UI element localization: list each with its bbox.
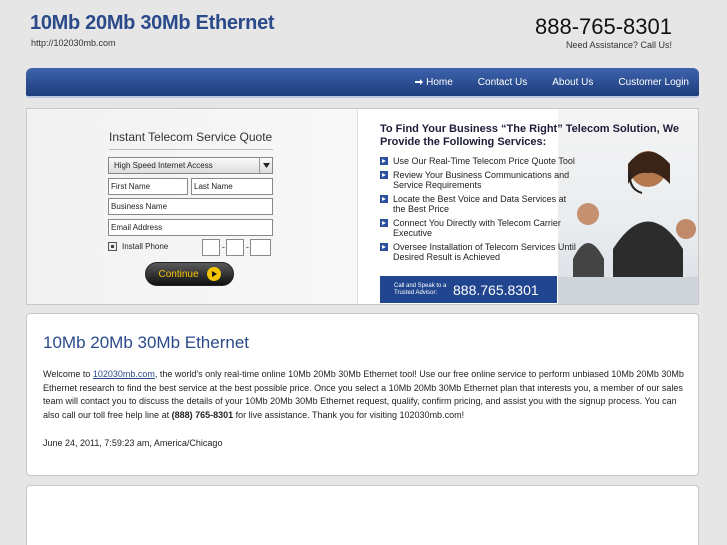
phone-dash: - (222, 242, 225, 252)
promo-heading: To Find Your Business “The Right” Teleco… (380, 123, 680, 148)
bullet-arrow-icon (380, 171, 388, 179)
welcome-prefix: Welcome to (43, 369, 93, 379)
phone-area-code-input[interactable] (202, 239, 220, 256)
service-select-value: High Speed Internet Access (114, 161, 213, 170)
checkbox-icon[interactable] (108, 242, 117, 251)
email-field[interactable]: Email Address (108, 219, 273, 236)
bullet-arrow-icon (380, 243, 388, 251)
quote-title: Instant Telecom Service Quote (109, 130, 273, 144)
site-url: http://102030mb.com (31, 38, 116, 48)
service-text: Locate the Best Voice and Data Services … (393, 194, 567, 214)
main-nav: Home Contact Us About Us Customer Login (26, 68, 699, 98)
list-item: Oversee Installation of Telecom Services… (380, 242, 580, 262)
assistance-text: Need Assistance? Call Us! (565, 40, 672, 50)
last-name-field[interactable]: Last Name (191, 178, 273, 195)
site-link[interactable]: 102030mb.com (93, 369, 155, 379)
nav-contact-us[interactable]: Contact Us (478, 77, 527, 88)
body-text-2: for live assistance. Thank you for visit… (233, 409, 465, 420)
nav-about-us[interactable]: About Us (552, 77, 593, 88)
service-text: Oversee Installation of Telecom Services… (393, 242, 576, 262)
bullet-arrow-icon (380, 157, 388, 165)
nav-home-label: Home (426, 76, 453, 88)
page-title: 10Mb 20Mb 30Mb Ethernet (43, 333, 250, 352)
main-content: 10Mb 20Mb 30Mb Ethernet Welcome to 10203… (26, 313, 699, 476)
service-text: Connect You Directly with Telecom Carrie… (393, 218, 561, 238)
quote-divider (109, 149, 273, 150)
continue-label: Continue (158, 268, 199, 280)
quote-banner: Instant Telecom Service Quote High Speed… (26, 108, 699, 305)
help-phone: (888) 765-8301 (171, 409, 234, 420)
arrow-right-icon (415, 79, 424, 85)
nav-customer-login[interactable]: Customer Login (618, 77, 689, 88)
install-phone-row: Install Phone (108, 242, 168, 251)
call-phone: 888.765.8301 (453, 281, 539, 298)
call-banner[interactable]: Call and Speak to a Trusted Advisor: 888… (380, 276, 557, 303)
bullet-arrow-icon (380, 219, 388, 227)
first-name-field[interactable]: First Name (108, 178, 188, 195)
phone-line-input[interactable] (250, 239, 271, 256)
install-phone-label: Install Phone (122, 242, 169, 251)
quote-form: Instant Telecom Service Quote High Speed… (27, 109, 358, 304)
service-text: Use Our Real-Time Telecom Price Quote To… (393, 156, 575, 166)
services-promo: To Find Your Business “The Right” Teleco… (358, 109, 698, 304)
call-text: Call and Speak to a Trusted Advisor: (394, 282, 447, 296)
service-text: Review Your Business Communications and … (393, 170, 570, 190)
chevron-down-icon[interactable] (259, 158, 272, 173)
nav-home[interactable]: Home (414, 77, 453, 88)
secondary-content (26, 485, 699, 545)
timestamp: June 24, 2011, 7:59:23 am, America/Chica… (43, 438, 223, 448)
list-item: Use Our Real-Time Telecom Price Quote To… (380, 156, 580, 166)
service-select[interactable]: High Speed Internet Access (108, 157, 273, 174)
business-name-field[interactable]: Business Name (108, 198, 273, 215)
bullet-arrow-icon (380, 195, 388, 203)
welcome-text: Welcome to 102030mb.com, the world's onl… (43, 368, 689, 422)
list-item: Connect You Directly with Telecom Carrie… (380, 218, 580, 238)
continue-button[interactable]: Continue (145, 262, 234, 286)
phone-prefix-input[interactable] (226, 239, 244, 256)
play-icon (206, 267, 221, 281)
header-phone: 888-765-8301 (534, 14, 672, 39)
list-item: Review Your Business Communications and … (380, 170, 580, 190)
services-list: Use Our Real-Time Telecom Price Quote To… (380, 156, 580, 266)
phone-dash: - (246, 242, 249, 252)
list-item: Locate the Best Voice and Data Services … (380, 194, 580, 214)
site-title: 10Mb 20Mb 30Mb Ethernet (30, 12, 275, 34)
